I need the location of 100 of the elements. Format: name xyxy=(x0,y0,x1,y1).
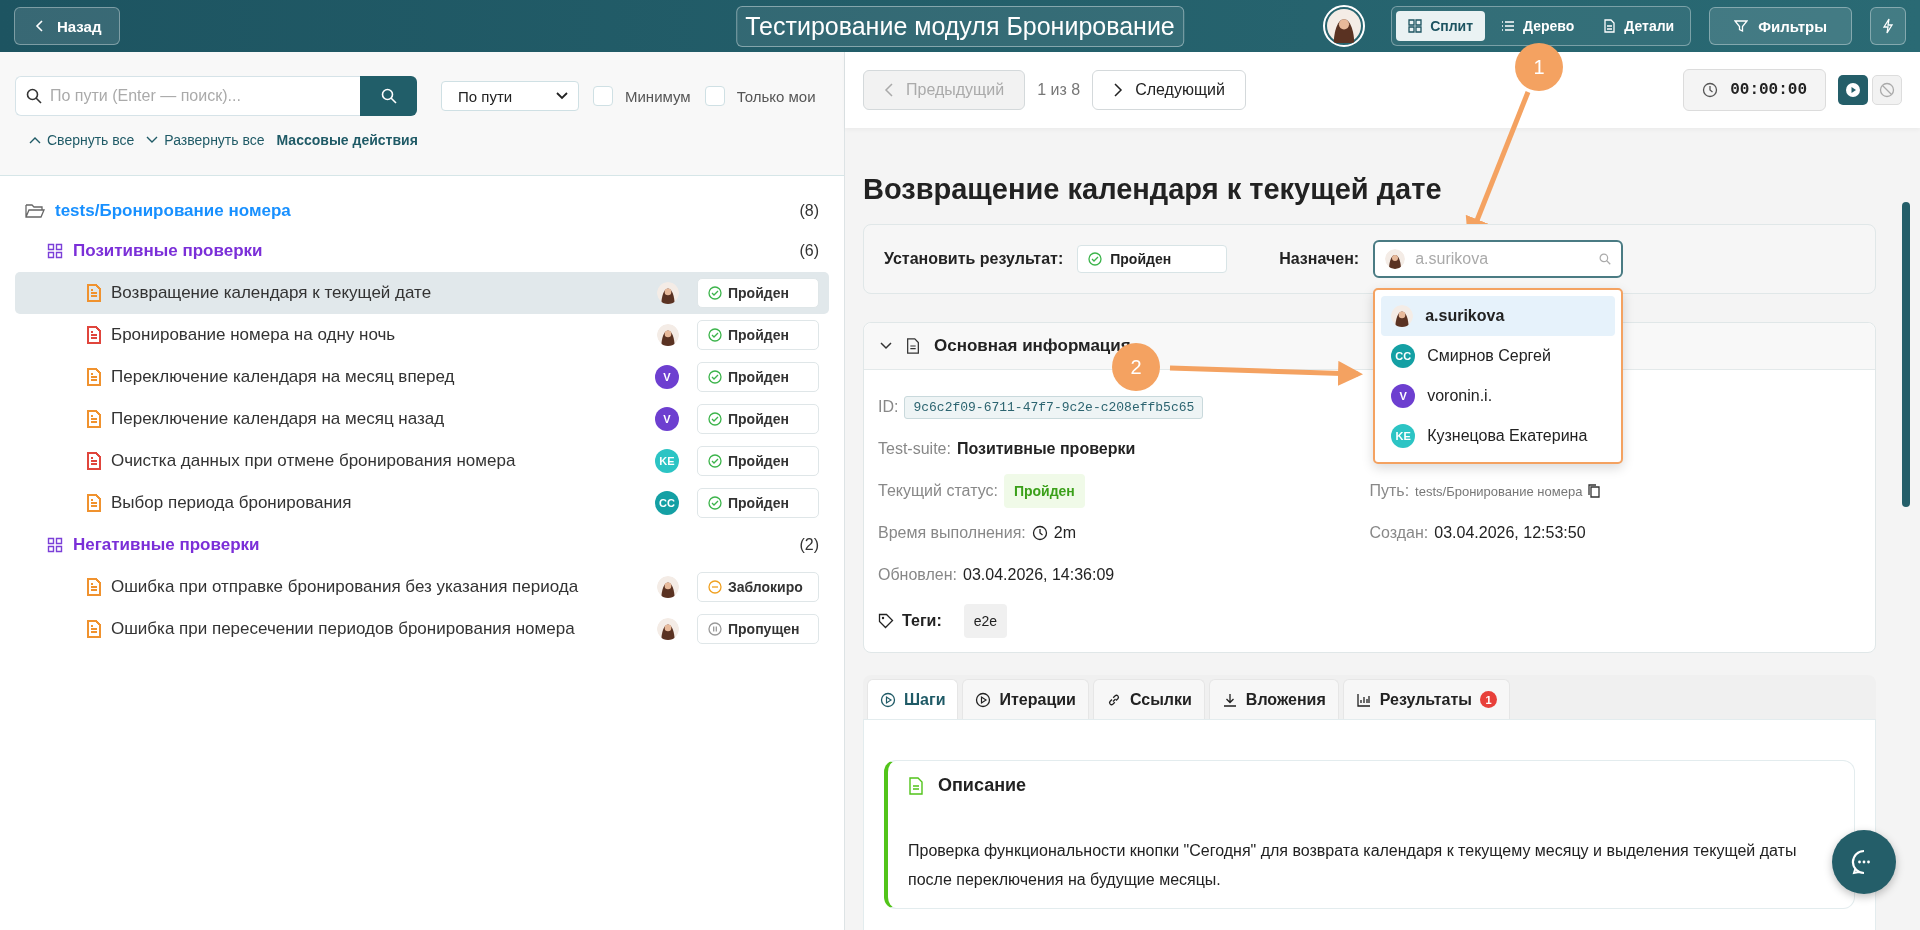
list-icon xyxy=(1501,19,1516,33)
tree-action-link[interactable]: Массовые действия xyxy=(276,132,418,148)
test-row[interactable]: Переключение календаря на месяц вперед V Пройден xyxy=(15,356,829,398)
checkbox[interactable] xyxy=(704,86,725,106)
prohibited-icon xyxy=(1879,82,1895,98)
status-chip[interactable]: Заблокиро xyxy=(697,572,819,602)
grid-icon xyxy=(47,243,63,259)
status-chip[interactable]: Пройден xyxy=(697,278,819,308)
description-title: Описание xyxy=(938,775,1027,796)
assignee-option[interactable]: V voronin.i. xyxy=(1381,376,1616,416)
check-circle-icon xyxy=(708,370,722,384)
lightning-icon xyxy=(1881,18,1895,34)
search-icon xyxy=(1599,253,1612,265)
test-row[interactable]: Возвращение календаря к текущей дате Пройден xyxy=(15,272,829,314)
assignee-option[interactable]: a.surikova xyxy=(1381,296,1616,336)
test-name: Переключение календаря на месяц вперед xyxy=(111,367,456,387)
check-circle-icon xyxy=(1088,252,1103,266)
avatar-initials: V xyxy=(1391,384,1416,408)
status-chip[interactable]: Пройден xyxy=(697,362,819,392)
avatar-initials: CC xyxy=(1391,344,1416,368)
field-label: Создан: xyxy=(1369,524,1429,542)
assignee-option[interactable]: KE Кузнецова Екатерина xyxy=(1381,416,1616,456)
test-row[interactable]: Ошибка при пересечении периодов бронирования номера Пропущен xyxy=(15,608,829,650)
path-value: tests/Бронирование номера xyxy=(1415,483,1583,499)
avatar-silhouette xyxy=(1391,305,1414,327)
tree-action-link[interactable]: Свернуть все xyxy=(29,132,135,148)
chevron-down-icon xyxy=(880,342,892,350)
result-label: Установить результат: xyxy=(884,250,1064,268)
assignee-field[interactable]: a.surikova xyxy=(1373,240,1624,278)
document-icon xyxy=(908,776,924,795)
chevron-right-icon xyxy=(1113,83,1124,97)
chevron-down-icon xyxy=(146,136,159,144)
result-select[interactable]: Пройден xyxy=(1077,245,1228,273)
test-row[interactable]: Бронирование номера на одну ночь Пройден xyxy=(15,314,829,356)
test-name: Выбор периода бронирования xyxy=(111,493,353,513)
assignee-name: Кузнецова Екатерина xyxy=(1427,427,1588,445)
tab[interactable]: Вложения xyxy=(1208,679,1339,719)
field-label: Текущий статус: xyxy=(878,482,998,500)
status-chip[interactable]: Пройден xyxy=(697,404,819,434)
test-row[interactable]: Ошибка при отправке бронирования без указания периода Заблокиро xyxy=(15,566,829,608)
filters-button[interactable]: Фильтры xyxy=(1709,7,1852,45)
avatar-silhouette xyxy=(657,282,679,304)
test-name: Бронирование номера на одну ночь xyxy=(111,325,397,345)
search-button[interactable] xyxy=(360,76,417,116)
checkbox-label: Только мои xyxy=(736,87,816,105)
play-button[interactable] xyxy=(1838,75,1868,105)
copy-icon[interactable] xyxy=(1588,484,1601,498)
suite-name[interactable]: Негативные проверки xyxy=(73,535,260,555)
tree-action-link[interactable]: Развернуть все xyxy=(146,132,265,148)
status-chip[interactable]: Пройден xyxy=(697,488,819,518)
field-value: 03.04.2026, 12:53:50 xyxy=(1434,524,1586,542)
status-chip[interactable]: Пройден xyxy=(697,320,819,350)
test-row[interactable]: Очистка данных при отмене бронирования номера KE Пройден xyxy=(15,440,829,482)
search-icon xyxy=(26,88,42,104)
check-circle-icon xyxy=(708,286,722,300)
field-value: 2m xyxy=(1053,524,1076,542)
bar-chart-icon xyxy=(1355,691,1372,708)
chevron-up-icon xyxy=(29,136,41,144)
field-label: Путь: xyxy=(1369,482,1410,500)
test-row[interactable]: Переключение календаря на месяц назад V Пройден xyxy=(15,398,829,440)
count-badge: 1 xyxy=(1480,691,1497,708)
assignee-label: Назначен: xyxy=(1279,250,1360,268)
sort-select[interactable]: По пути xyxy=(441,81,579,111)
filter-icon xyxy=(1734,19,1749,33)
tab[interactable]: Итерации xyxy=(962,679,1089,719)
test-name: Ошибка при пересечении периодов бронирования номера xyxy=(111,619,576,639)
pause-circle-icon xyxy=(708,622,722,636)
suite-name[interactable]: Позитивные проверки xyxy=(73,241,263,261)
page-title: Тестирование модуля Бронирование xyxy=(736,5,1184,47)
avatar-silhouette xyxy=(657,618,679,640)
view-mode-tab[interactable]: Сплит xyxy=(1396,11,1486,41)
tag-icon xyxy=(878,613,894,629)
search-field[interactable]: По пути (Enter — поиск)... xyxy=(15,76,360,116)
test-name: Ошибка при отправке бронирования без указания периода xyxy=(111,577,580,597)
view-mode-tab[interactable]: Детали xyxy=(1590,11,1687,41)
view-mode-tab[interactable]: Дерево xyxy=(1489,11,1587,41)
tab[interactable]: Ссылки xyxy=(1092,679,1205,719)
status-chip[interactable]: Пропущен xyxy=(697,614,819,644)
assignee-name: a.surikova xyxy=(1425,307,1505,325)
folder-icon xyxy=(25,203,45,219)
scrollbar[interactable] xyxy=(1902,202,1910,507)
check-circle-icon xyxy=(708,454,722,468)
field-label: ID: xyxy=(878,398,899,416)
tab[interactable]: Результаты 1 xyxy=(1342,679,1510,719)
status-chip[interactable]: Пройден xyxy=(697,446,819,476)
lightning-button[interactable] xyxy=(1870,7,1906,45)
tab[interactable]: Шаги xyxy=(867,679,959,719)
avatar-initials: V xyxy=(655,365,679,389)
back-button[interactable]: Назад xyxy=(14,7,121,45)
test-name: Переключение календаря на месяц назад xyxy=(111,409,446,429)
test-count: (2) xyxy=(799,536,819,554)
field-label: Обновлен: xyxy=(878,566,957,584)
test-row[interactable]: Выбор периода бронирования CC Пройден xyxy=(15,482,829,524)
avatar-initials: V xyxy=(655,407,679,431)
chevron-down-icon xyxy=(556,92,568,100)
next-button[interactable]: Следующий xyxy=(1092,70,1246,110)
minus-circle-icon xyxy=(708,580,722,594)
tags-label: Теги: xyxy=(902,612,942,630)
user-avatar[interactable] xyxy=(1323,5,1366,47)
checkbox[interactable] xyxy=(593,86,613,106)
